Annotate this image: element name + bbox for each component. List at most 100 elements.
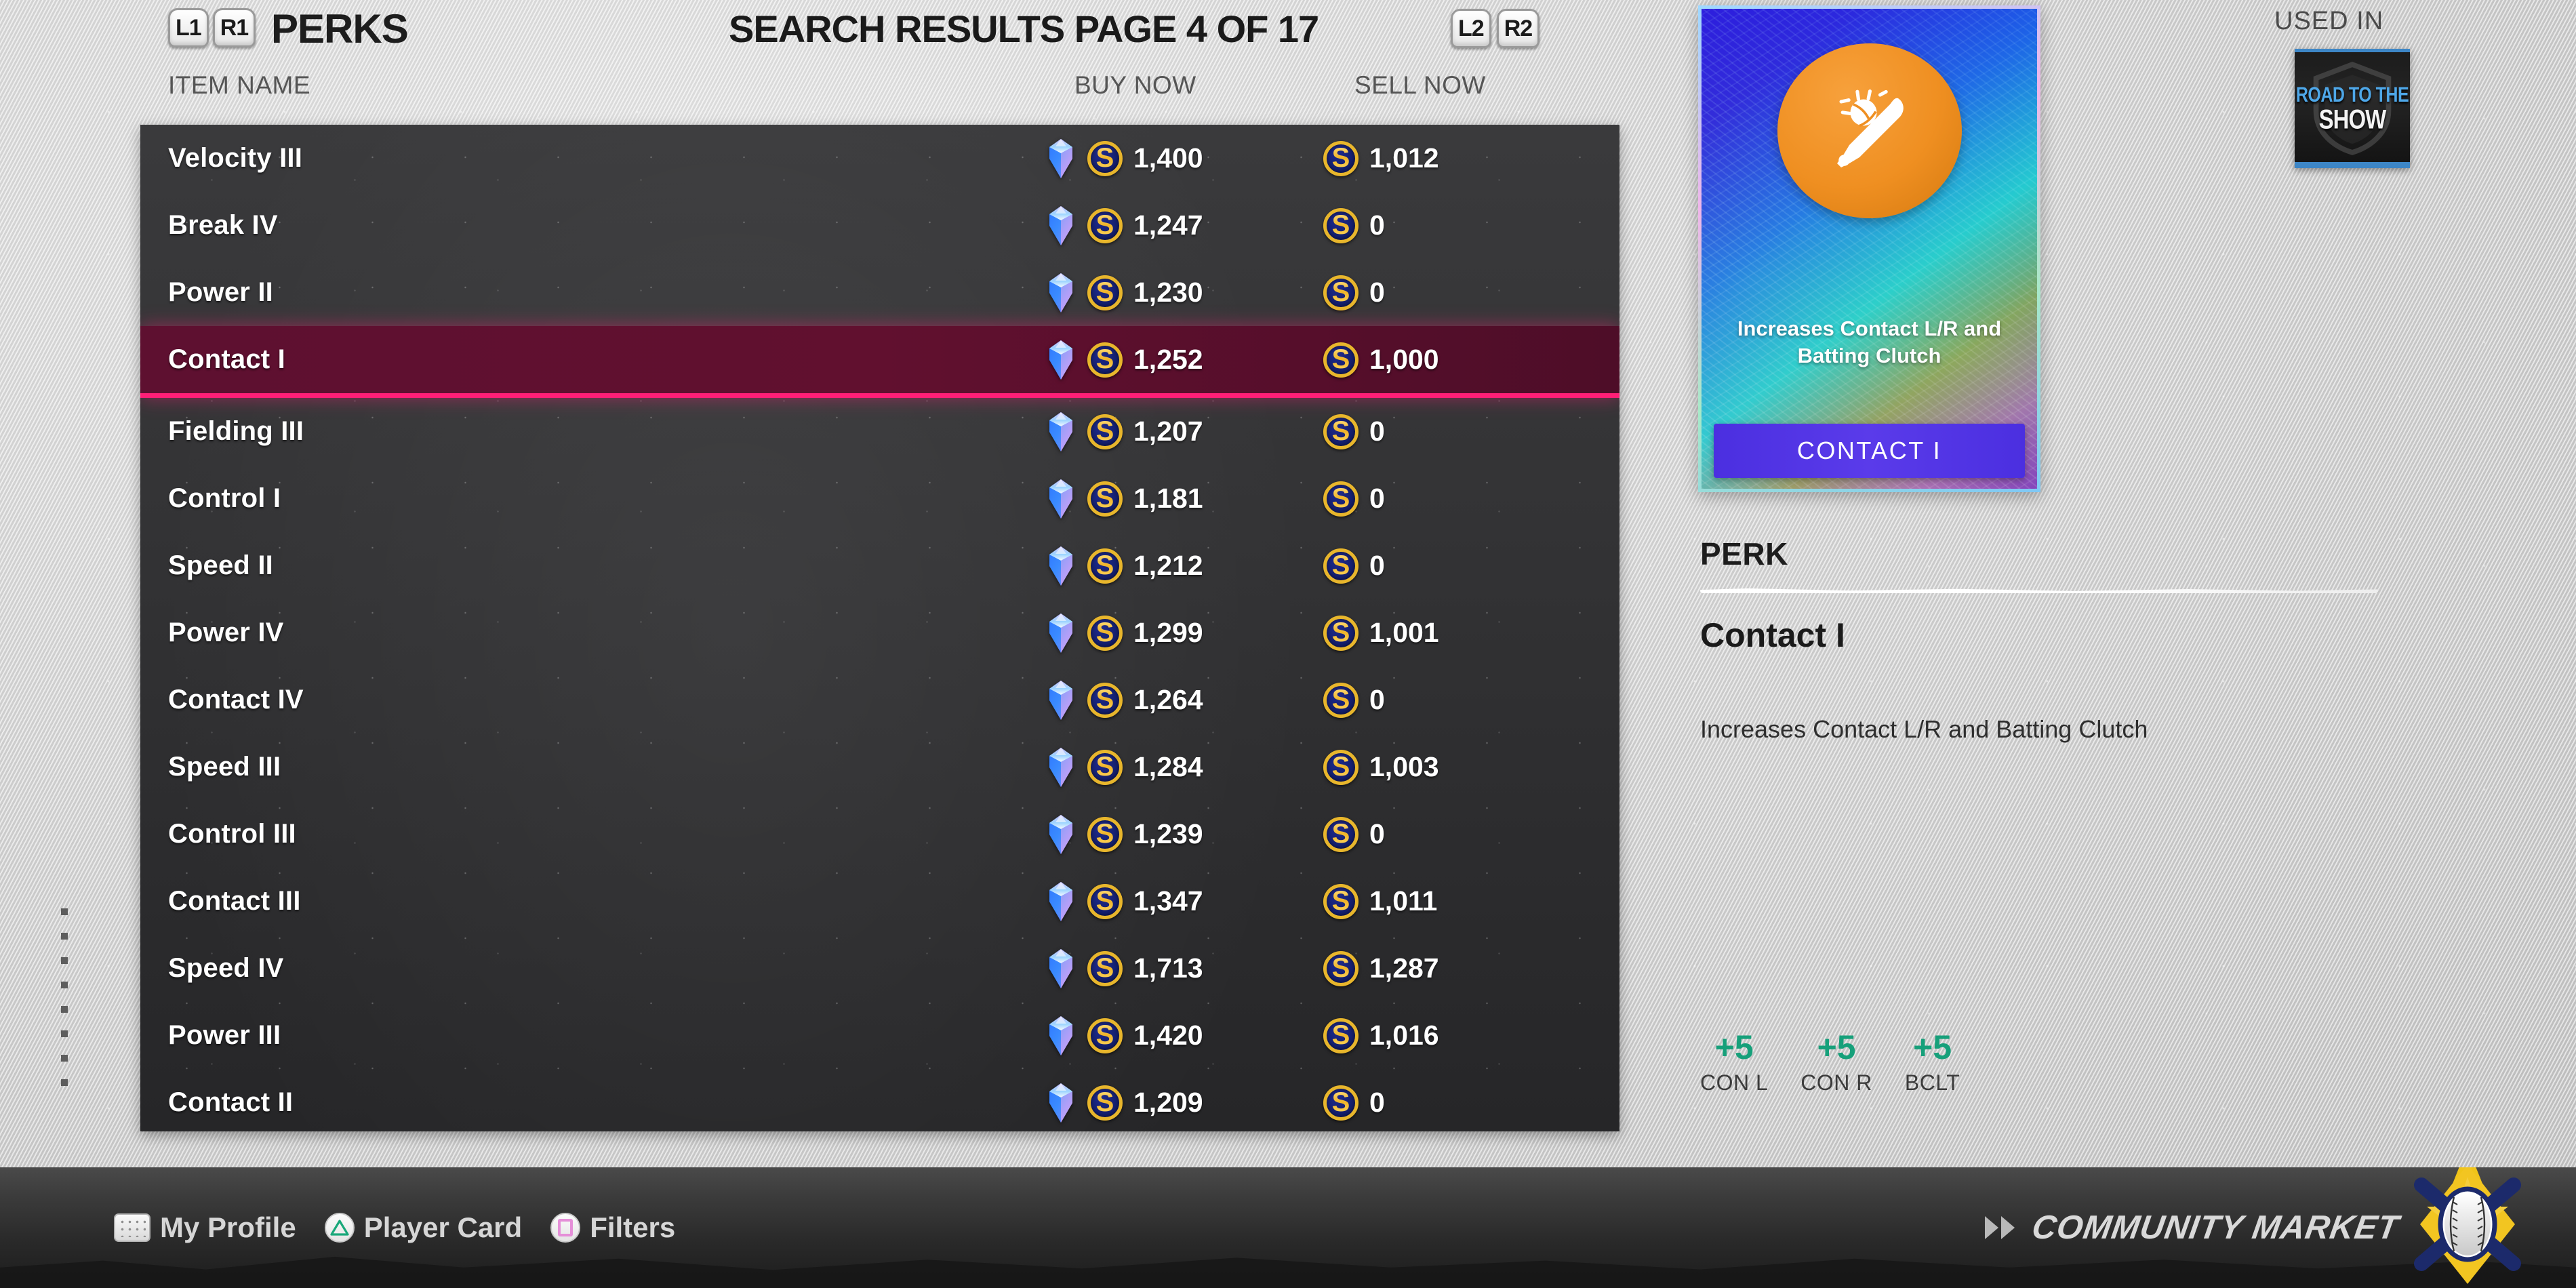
row-buy-now-cell[interactable]: S 1,400 bbox=[1045, 138, 1203, 179]
row-item-name: Control III bbox=[168, 819, 296, 849]
card-name-banner: CONTACT I bbox=[1714, 424, 2025, 478]
stub-coin-icon: S bbox=[1087, 883, 1123, 919]
table-row[interactable]: Fielding III S 1,207 S 0 bbox=[140, 398, 1619, 465]
r1-bumper-icon[interactable]: R1 bbox=[212, 8, 256, 47]
table-row[interactable]: Control III S 1,239 S 0 bbox=[140, 801, 1619, 868]
row-buy-now-cell[interactable]: S 1,230 bbox=[1045, 273, 1203, 313]
row-buy-now-cell[interactable]: S 1,347 bbox=[1045, 881, 1203, 922]
search-results-table[interactable]: Velocity III S 1,400 S 1,012 Break IV S 1,247 S 0… bbox=[140, 125, 1619, 1131]
diamond-rarity-icon bbox=[1045, 340, 1076, 380]
stub-coin-icon: S bbox=[1323, 207, 1359, 243]
row-buy-price: 1,264 bbox=[1133, 684, 1203, 715]
perk-card[interactable]: Increases Contact L/R and Batting Clutch… bbox=[1698, 5, 2040, 492]
row-sell-now-cell[interactable]: S0 bbox=[1323, 816, 1385, 852]
stub-coin-icon: S bbox=[1323, 414, 1359, 449]
row-sell-now-cell[interactable]: S0 bbox=[1323, 548, 1385, 584]
row-buy-now-cell[interactable]: S 1,252 bbox=[1045, 340, 1203, 380]
scroll-dot bbox=[61, 982, 68, 988]
row-item-name: Speed IV bbox=[168, 953, 284, 983]
bottom-bar-actions: My Profile Player Card Filters bbox=[114, 1211, 693, 1244]
row-item-name: Control I bbox=[168, 483, 281, 513]
row-sell-now-cell[interactable]: S 1,003 bbox=[1323, 749, 1439, 785]
item-type-label: PERK bbox=[1700, 536, 1788, 571]
row-sell-now-cell[interactable]: S 1,287 bbox=[1323, 950, 1439, 986]
l2-trigger-icon[interactable]: L2 bbox=[1451, 9, 1491, 48]
table-row[interactable]: Speed II S 1,212 S 0 bbox=[140, 532, 1619, 599]
diamond-rarity-icon bbox=[1045, 747, 1076, 788]
bottom-bar-action-label: Player Card bbox=[363, 1211, 523, 1243]
attribute-bonus: +5 CON L bbox=[1700, 1030, 1768, 1095]
bottom-bar-action[interactable]: Filters bbox=[550, 1211, 675, 1244]
row-item-name: Velocity III bbox=[168, 143, 303, 173]
stub-coin-icon: S bbox=[1323, 548, 1359, 584]
row-buy-now-cell[interactable]: S 1,420 bbox=[1045, 1015, 1203, 1056]
row-sell-now-cell[interactable]: S0 bbox=[1323, 682, 1385, 718]
row-item-name: Contact II bbox=[168, 1087, 294, 1117]
row-sell-now-cell[interactable]: S0 bbox=[1323, 207, 1385, 243]
row-sell-now-cell[interactable]: S0 bbox=[1323, 481, 1385, 517]
bottom-bar-action[interactable]: Player Card bbox=[324, 1211, 523, 1244]
row-buy-now-cell[interactable]: S 1,247 bbox=[1045, 205, 1203, 246]
row-buy-now-cell[interactable]: S 1,284 bbox=[1045, 747, 1203, 788]
attribute-value: +5 bbox=[1913, 1028, 1952, 1066]
row-buy-now-cell[interactable]: S 1,181 bbox=[1045, 479, 1203, 519]
attribute-bonus: +5 BCLT bbox=[1905, 1030, 1960, 1095]
row-item-name: Speed II bbox=[168, 550, 273, 580]
stub-coin-icon: S bbox=[1323, 615, 1359, 651]
row-item-name: Contact III bbox=[168, 886, 301, 916]
table-row[interactable]: Break IV S 1,247 S 0 bbox=[140, 192, 1619, 259]
row-buy-now-cell[interactable]: S 1,264 bbox=[1045, 680, 1203, 721]
table-rows: Velocity III S 1,400 S 1,012 Break IV S 1,247 S 0… bbox=[140, 125, 1619, 1131]
row-sell-now-cell[interactable]: S 1,012 bbox=[1323, 140, 1439, 176]
row-item-name: Fielding III bbox=[168, 416, 304, 446]
diamond-rarity-icon bbox=[1045, 814, 1076, 855]
table-row[interactable]: Power II S 1,230 S 0 bbox=[140, 259, 1619, 326]
l1-bumper-icon[interactable]: L1 bbox=[168, 8, 209, 47]
header: L1 R1 PERKS SEARCH RESULTS PAGE 4 OF 17 … bbox=[0, 0, 1634, 68]
row-buy-now-cell[interactable]: S 1,713 bbox=[1045, 948, 1203, 989]
table-row[interactable]: Speed IV S 1,713 S 1,287 bbox=[140, 935, 1619, 1002]
row-sell-price: 0 bbox=[1369, 277, 1385, 308]
row-buy-now-cell[interactable]: S 1,239 bbox=[1045, 814, 1203, 855]
row-sell-now-cell[interactable]: S 1,001 bbox=[1323, 615, 1439, 651]
stub-coin-icon: S bbox=[1323, 1085, 1359, 1121]
row-item-name: Power III bbox=[168, 1020, 281, 1050]
row-sell-price: 1,001 bbox=[1369, 617, 1439, 648]
row-buy-now-cell[interactable]: S 1,212 bbox=[1045, 546, 1203, 586]
scroll-dot bbox=[61, 1006, 68, 1013]
row-buy-now-cell[interactable]: S 1,299 bbox=[1045, 613, 1203, 653]
stub-coin-icon: S bbox=[1087, 342, 1123, 378]
stub-coin-icon: S bbox=[1087, 548, 1123, 584]
scroll-dot bbox=[61, 1055, 68, 1062]
bottom-bar-action[interactable]: My Profile bbox=[114, 1211, 296, 1244]
stub-coin-icon: S bbox=[1087, 816, 1123, 852]
scroll-indicator[interactable] bbox=[61, 908, 68, 1086]
r2-trigger-icon[interactable]: R2 bbox=[1496, 9, 1540, 48]
row-sell-now-cell[interactable]: S 1,000 bbox=[1323, 342, 1439, 378]
table-row[interactable]: Power IV S 1,299 S 1,001 bbox=[140, 599, 1619, 666]
row-sell-price: 1,003 bbox=[1369, 751, 1439, 782]
attribute-bonus: +5 CON R bbox=[1800, 1030, 1872, 1095]
row-sell-now-cell[interactable]: S0 bbox=[1323, 1085, 1385, 1121]
row-sell-now-cell[interactable]: S0 bbox=[1323, 414, 1385, 449]
double-arrow-icon bbox=[1984, 1216, 2015, 1239]
row-buy-now-cell[interactable]: S 1,207 bbox=[1045, 411, 1203, 452]
table-row[interactable]: Control I S 1,181 S 0 bbox=[140, 465, 1619, 532]
stub-coin-icon: S bbox=[1087, 950, 1123, 986]
table-row-selected[interactable]: Contact I S 1,252 S 1,000 bbox=[140, 326, 1619, 398]
row-sell-now-cell[interactable]: S0 bbox=[1323, 275, 1385, 310]
used-in-badge-road-to-the-show[interactable]: ROAD TO THE SHOW bbox=[2295, 49, 2410, 168]
row-item-name: Power II bbox=[168, 277, 273, 307]
table-row[interactable]: Contact II S 1,209 S 0 bbox=[140, 1069, 1619, 1131]
table-row[interactable]: Power III S 1,420 S 1,016 bbox=[140, 1002, 1619, 1069]
diamond-rarity-icon bbox=[1045, 1083, 1076, 1123]
table-row[interactable]: Contact III S 1,347 S 1,011 bbox=[140, 868, 1619, 935]
table-row[interactable]: Speed III S 1,284 S 1,003 bbox=[140, 733, 1619, 801]
row-buy-now-cell[interactable]: S 1,209 bbox=[1045, 1083, 1203, 1123]
row-buy-price: 1,209 bbox=[1133, 1087, 1203, 1118]
row-sell-now-cell[interactable]: S 1,016 bbox=[1323, 1018, 1439, 1053]
table-row[interactable]: Contact IV S 1,264 S 0 bbox=[140, 666, 1619, 733]
table-row[interactable]: Velocity III S 1,400 S 1,012 bbox=[140, 125, 1619, 192]
row-sell-now-cell[interactable]: S 1,011 bbox=[1323, 883, 1437, 919]
row-item-name: Power IV bbox=[168, 618, 284, 647]
